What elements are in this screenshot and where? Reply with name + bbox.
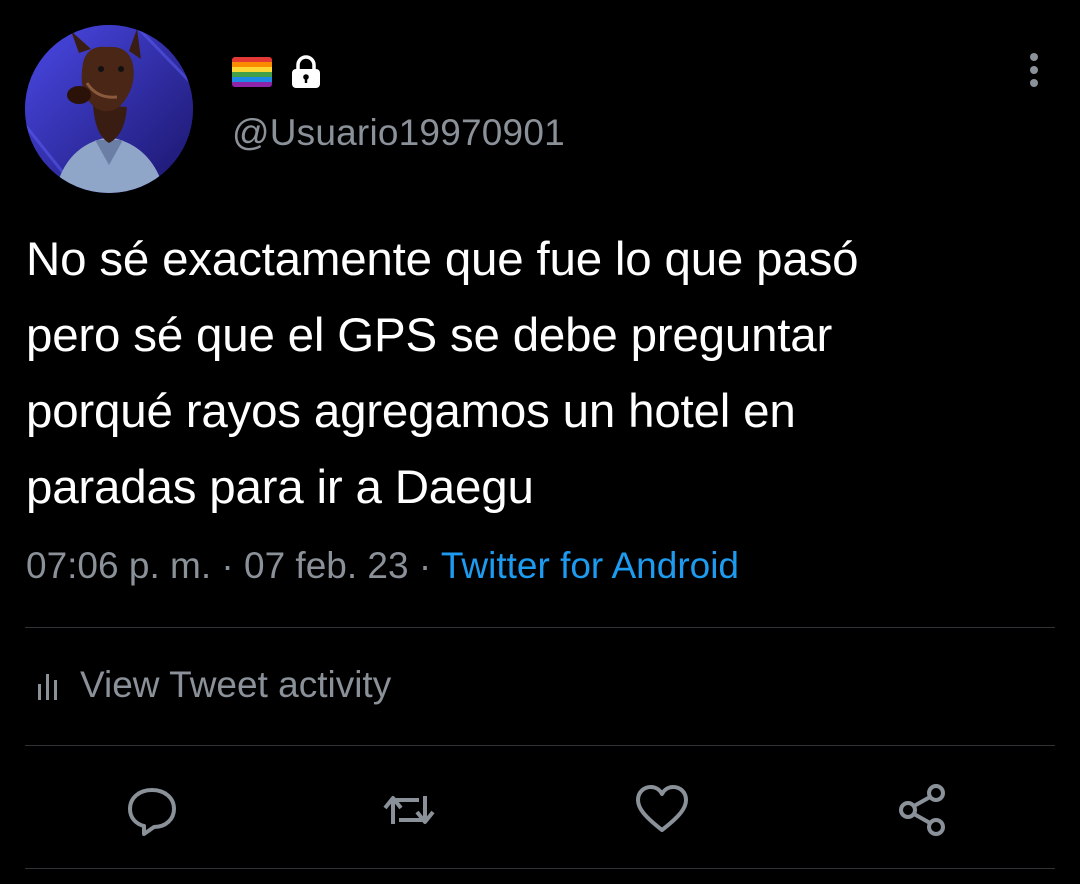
- tweet-source-link[interactable]: Twitter for Android: [441, 545, 739, 586]
- tweet-text: No sé exactamente que fue lo que pasó pe…: [26, 233, 859, 514]
- retweet-icon[interactable]: [381, 782, 437, 838]
- tweet-meta: 07:06 p. m. · 07 feb. 23 · Twitter for A…: [26, 545, 739, 587]
- rainbow-flag-icon: [232, 57, 272, 87]
- view-tweet-activity-button[interactable]: View Tweet activity: [36, 664, 391, 706]
- lock-icon: [292, 55, 320, 88]
- share-icon[interactable]: [894, 782, 950, 838]
- reply-icon[interactable]: [124, 782, 180, 838]
- analytics-icon: [38, 674, 57, 700]
- meta-separator: ·: [221, 545, 234, 586]
- divider: [25, 627, 1055, 628]
- avatar[interactable]: [25, 25, 193, 193]
- divider: [25, 745, 1055, 746]
- activity-label: View Tweet activity: [80, 664, 392, 705]
- user-badges: [232, 54, 324, 90]
- user-handle[interactable]: @Usuario19970901: [232, 112, 565, 154]
- tweet-actions: [0, 770, 1080, 850]
- meta-separator: ·: [418, 545, 432, 586]
- doberman-avatar-image: [25, 25, 193, 193]
- divider: [25, 868, 1055, 869]
- tweet-date: 07 feb. 23: [244, 545, 409, 586]
- more-options-icon[interactable]: [1018, 48, 1050, 92]
- like-icon[interactable]: [634, 782, 690, 838]
- tweet-time: 07:06 p. m.: [26, 545, 212, 586]
